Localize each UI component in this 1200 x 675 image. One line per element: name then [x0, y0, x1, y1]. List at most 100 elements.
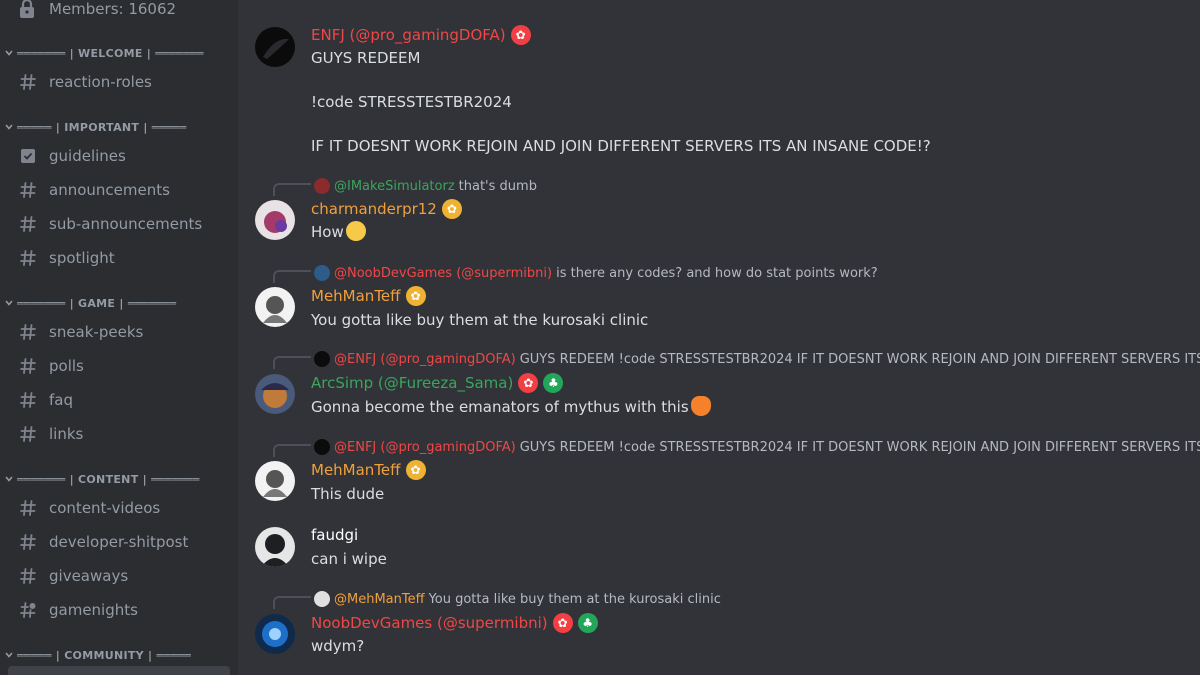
channel-name: guidelines — [49, 147, 126, 165]
reply-username: @MehManTeff — [334, 591, 425, 607]
category-game[interactable]: ═══════ | GAME | ═══════ — [0, 293, 238, 313]
category-label: ═══════ | GAME | ═══════ — [17, 296, 177, 310]
category-community[interactable]: ═════ | COMMUNITY | ═════ — [0, 645, 238, 665]
channel-name: content-videos — [49, 499, 161, 517]
channel-content-videos[interactable]: content-videos — [8, 492, 230, 524]
hash-icon — [16, 388, 40, 412]
crying-emoji-icon — [345, 221, 366, 241]
channel-name: reaction-roles — [49, 73, 152, 91]
channel-name: sub-announcements — [49, 215, 203, 233]
reply-spine — [273, 444, 311, 457]
reply-username: @ENFJ (@pro_gamingDOFA) — [334, 439, 516, 455]
role-badge-icon: ✿ — [510, 25, 531, 45]
hash-icon — [16, 212, 40, 236]
reply-text: GUYS REDEEM !code STRESSTESTBR2024 IF IT… — [519, 351, 1200, 367]
fire-emoji-icon — [690, 396, 711, 416]
role-badge-icon: ✿ — [552, 613, 573, 633]
channel-name: faq — [49, 391, 73, 409]
channel-gamenights[interactable]: gamenights — [8, 594, 230, 626]
reply-text: that's dumb — [458, 178, 537, 194]
channel-announcements[interactable]: announcements — [8, 174, 230, 206]
role-badge-icon: ✿ — [405, 460, 426, 480]
channel-sneak-peeks[interactable]: sneak-peeks — [8, 316, 230, 348]
channel-selected-partial[interactable] — [8, 666, 230, 675]
reply-preview[interactable]: @IMakeSimulatorz that's dumb — [273, 176, 1200, 196]
message-text-content: Gonna become the emanators of mythus wit… — [311, 398, 689, 416]
channel-polls[interactable]: polls — [8, 350, 230, 382]
message-text: You gotta like buy them at the kurosaki … — [311, 311, 649, 329]
username[interactable]: faudgi — [311, 526, 358, 544]
reply-text: You gotta like buy them at the kurosaki … — [428, 591, 721, 607]
reply-avatar — [314, 265, 330, 281]
rules-icon — [16, 144, 40, 168]
username-text: MehManTeff — [311, 287, 401, 305]
chevron-down-icon — [2, 472, 16, 486]
channel-sidebar: Members: 16062 ═══════ | WELCOME | ═════… — [0, 0, 238, 675]
channel-name: gamenights — [49, 601, 138, 619]
channel-developer-shitpost[interactable]: developer-shitpost — [8, 526, 230, 558]
reply-spine — [273, 270, 311, 283]
channel-name: giveaways — [49, 567, 129, 585]
avatar[interactable] — [255, 374, 295, 414]
reply-preview[interactable]: @NoobDevGames (@supermibni) is there any… — [273, 263, 1200, 283]
chevron-down-icon — [2, 296, 16, 310]
message-text: wdym? — [311, 637, 365, 655]
clover-badge-icon: ♣ — [577, 613, 598, 633]
reply-spine — [273, 596, 311, 609]
channel-guidelines[interactable]: guidelines — [8, 140, 230, 172]
username[interactable]: charmanderpr12 ✿ — [311, 199, 462, 219]
username[interactable]: ENFJ (@pro_gamingDOFA) ✿ — [311, 25, 531, 45]
username[interactable]: NoobDevGames (@supermibni) ✿ ♣ — [311, 613, 598, 633]
username[interactable]: MehManTeff ✿ — [311, 460, 426, 480]
username[interactable]: ArcSimp (@Fureeza_Sama) ✿ ♣ — [311, 373, 564, 393]
message-text: This dude — [311, 485, 385, 503]
channel-name: developer-shitpost — [49, 533, 189, 551]
username-text: ArcSimp (@Fureeza_Sama) — [311, 374, 514, 392]
avatar[interactable] — [255, 461, 295, 501]
reply-avatar — [314, 439, 330, 455]
chevron-down-icon — [2, 648, 16, 662]
avatar[interactable] — [255, 614, 295, 654]
category-welcome[interactable]: ═══════ | WELCOME | ═══════ — [0, 43, 238, 63]
avatar[interactable] — [255, 287, 295, 327]
message-text: How — [311, 221, 366, 243]
reply-avatar — [314, 178, 330, 194]
username-text: faudgi — [311, 526, 359, 544]
hash-icon — [16, 564, 40, 588]
channel-faq[interactable]: faq — [8, 384, 230, 416]
category-label: ═════ | COMMUNITY | ═════ — [17, 648, 192, 662]
category-important[interactable]: ═════ | IMPORTANT | ═════ — [0, 117, 238, 137]
chat-messages: ENFJ (@pro_gamingDOFA) ✿ GUYS REDEEM !co… — [238, 0, 1200, 675]
channel-giveaways[interactable]: giveaways — [8, 560, 230, 592]
category-content[interactable]: ═══════ | CONTENT | ═══════ — [0, 469, 238, 489]
hash-icon — [16, 496, 40, 520]
reply-preview[interactable]: @MehManTeff You gotta like buy them at t… — [273, 589, 1200, 609]
category-label: ═══════ | CONTENT | ═══════ — [17, 472, 200, 486]
hash-icon — [16, 530, 40, 554]
reply-spine — [273, 183, 311, 196]
channel-links[interactable]: links — [8, 418, 230, 450]
reply-preview[interactable]: @ENFJ (@pro_gamingDOFA) GUYS REDEEM !cod… — [273, 437, 1200, 457]
channel-name: sneak-peeks — [49, 323, 144, 341]
hash-icon — [16, 422, 40, 446]
role-badge-icon: ✿ — [405, 286, 426, 306]
members-count-label: Members: 16062 — [49, 0, 177, 18]
avatar[interactable] — [255, 527, 295, 567]
hash-voice-icon — [16, 598, 40, 622]
username[interactable]: MehManTeff ✿ — [311, 286, 426, 306]
message-line: GUYS REDEEM — [311, 49, 421, 67]
avatar[interactable] — [255, 27, 295, 67]
channel-spotlight[interactable]: spotlight — [8, 242, 230, 274]
channel-reaction-roles[interactable]: reaction-roles — [8, 66, 230, 98]
channel-sub-announcements[interactable]: sub-announcements — [8, 208, 230, 240]
avatar[interactable] — [255, 200, 295, 240]
hash-icon — [16, 70, 40, 94]
hash-icon — [16, 320, 40, 344]
message-line: IF IT DOESNT WORK REJOIN AND JOIN DIFFER… — [311, 137, 931, 155]
reply-preview[interactable]: @ENFJ (@pro_gamingDOFA) GUYS REDEEM !cod… — [273, 349, 1200, 369]
reply-spine — [273, 356, 311, 369]
members-count-channel[interactable]: Members: 16062 — [8, 0, 176, 22]
role-badge-icon: ✿ — [518, 373, 539, 393]
username-text: MehManTeff — [311, 461, 401, 479]
reply-username: @ENFJ (@pro_gamingDOFA) — [334, 351, 516, 367]
